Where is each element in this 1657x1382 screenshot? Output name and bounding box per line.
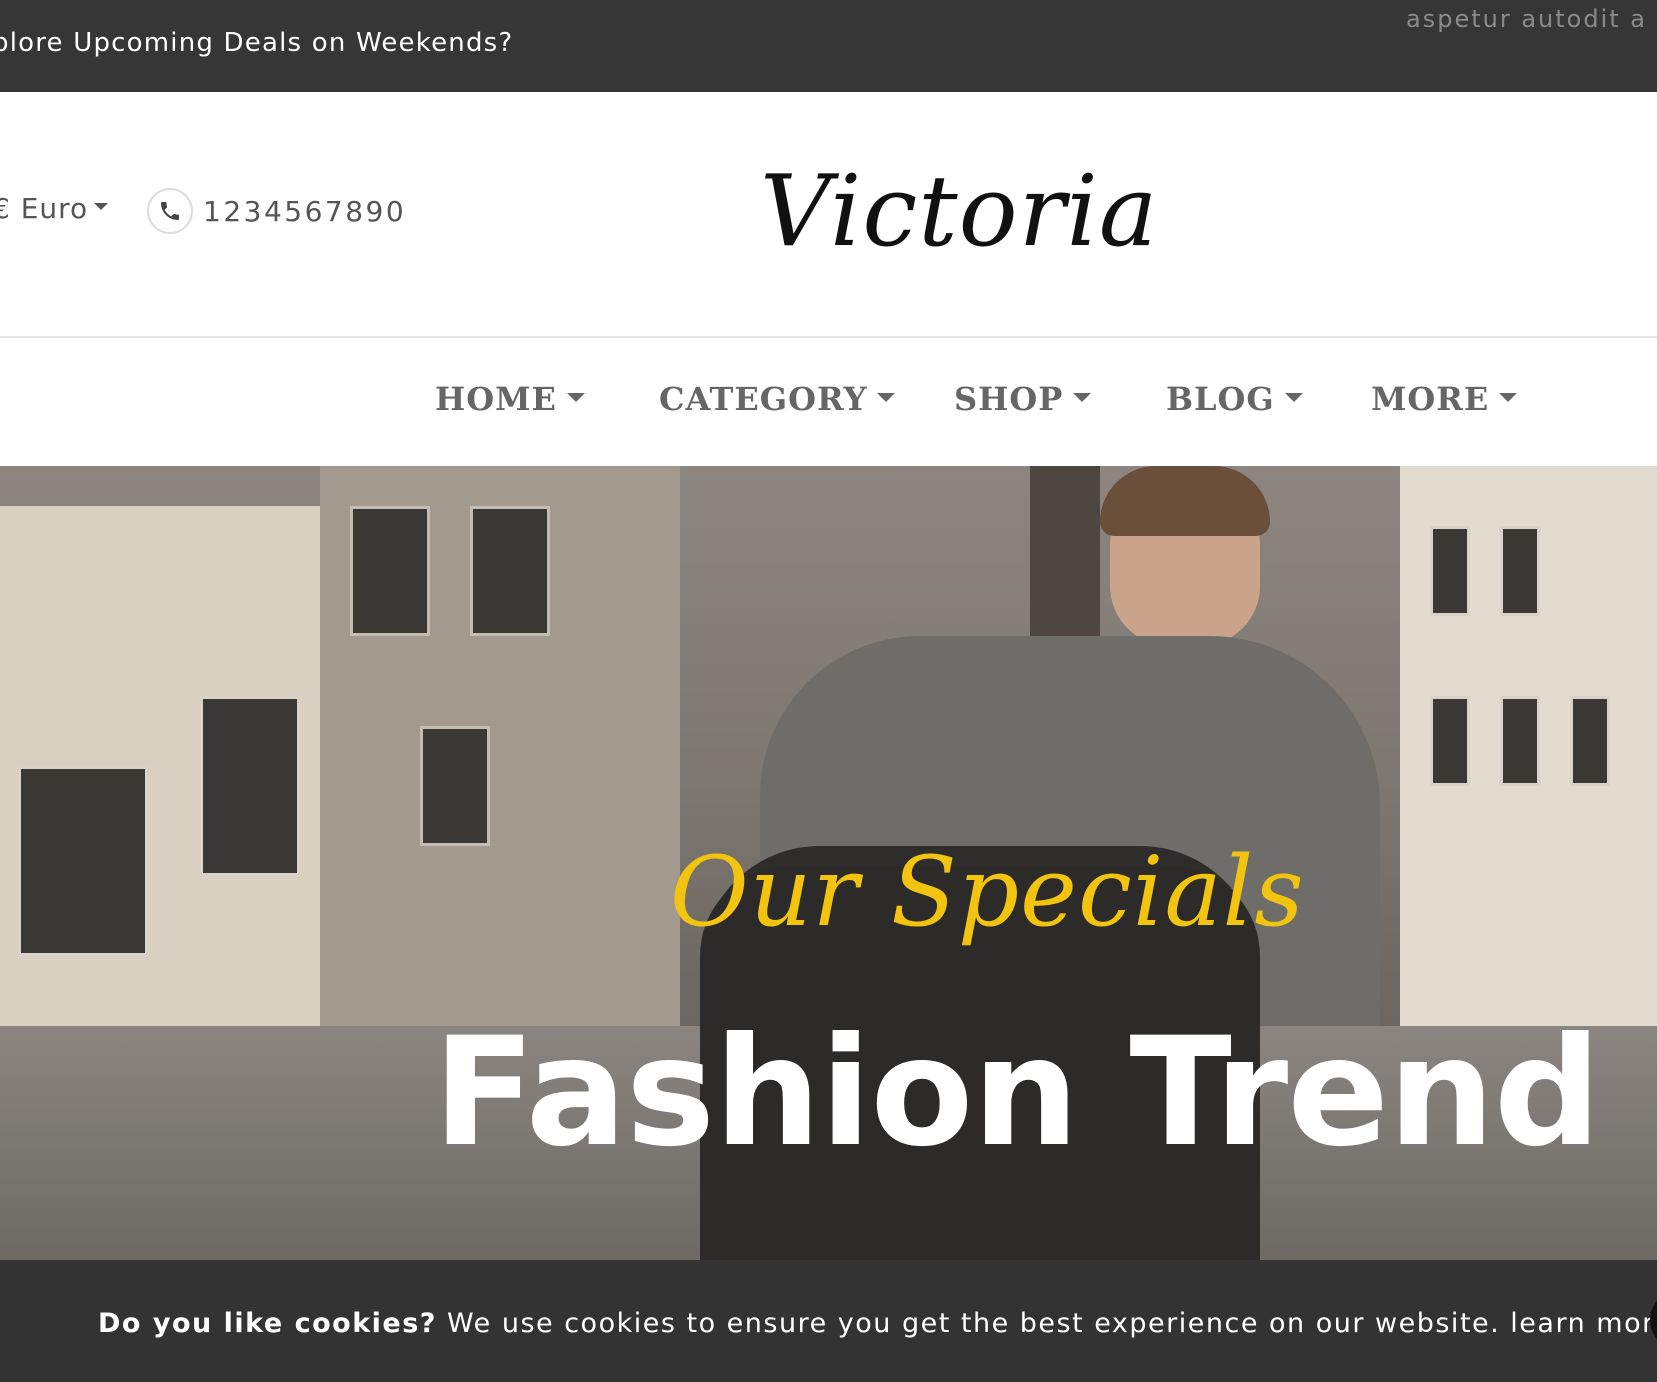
- nav-item-label: SHOP: [954, 380, 1064, 418]
- cookie-body: We use cookies to ensure you get the bes…: [436, 1308, 1501, 1339]
- nav-item-more[interactable]: MORE: [1371, 380, 1518, 418]
- cookie-message: Do you like cookies? We use cookies to e…: [98, 1308, 1657, 1339]
- model-hair: [1100, 466, 1270, 536]
- nav-item-home[interactable]: HOME: [435, 380, 585, 418]
- main-nav: HOME CATEGORY SHOP BLOG MORE: [0, 338, 1657, 466]
- nav-item-label: BLOG: [1166, 380, 1275, 418]
- nav-item-shop[interactable]: SHOP: [954, 380, 1092, 418]
- window: [1430, 526, 1470, 616]
- currency-label: € Euro: [0, 192, 89, 225]
- chevron-down-icon: [1284, 393, 1303, 402]
- nav-item-category[interactable]: CATEGORY: [659, 380, 896, 418]
- phone-contact[interactable]: 1234567890: [147, 188, 406, 234]
- cookie-question: Do you like cookies?: [98, 1308, 437, 1339]
- chevron-down-icon: [877, 393, 896, 402]
- phone-icon: [147, 188, 193, 234]
- site-logo[interactable]: Victoria: [760, 152, 1180, 272]
- marquee-text: aspetur autodit a: [1406, 5, 1647, 33]
- chevron-down-icon: [1499, 393, 1518, 402]
- hero-subtitle: Our Specials: [670, 836, 1305, 948]
- window: [200, 696, 300, 876]
- chevron-down-icon: [1073, 393, 1092, 402]
- nav-item-label: CATEGORY: [659, 380, 868, 418]
- promo-text[interactable]: plore Upcoming Deals on Weekends?: [0, 28, 513, 58]
- window: [1430, 696, 1470, 786]
- window: [470, 506, 550, 636]
- site-header: € Euro 1234567890 Victoria: [0, 92, 1657, 338]
- cookie-accept-button[interactable]: [1650, 1290, 1657, 1350]
- hero-banner[interactable]: Our Specials Fashion Trend: [0, 466, 1657, 1260]
- promo-bar: plore Upcoming Deals on Weekends? aspetu…: [0, 0, 1657, 92]
- chevron-down-icon: [94, 202, 109, 210]
- nav-item-blog[interactable]: BLOG: [1166, 380, 1303, 418]
- hero-title: Fashion Trend: [433, 1006, 1601, 1180]
- window: [1500, 696, 1540, 786]
- window: [18, 766, 148, 956]
- cookie-banner: Do you like cookies? We use cookies to e…: [0, 1260, 1657, 1382]
- nav-item-label: MORE: [1371, 380, 1490, 418]
- window: [1570, 696, 1610, 786]
- currency-selector[interactable]: € Euro: [0, 192, 109, 225]
- learn-more-link[interactable]: learn more: [1500, 1308, 1657, 1339]
- nav-item-label: HOME: [435, 380, 557, 418]
- window: [1500, 526, 1540, 616]
- phone-number: 1234567890: [203, 194, 407, 228]
- chevron-down-icon: [566, 393, 585, 402]
- window: [350, 506, 430, 636]
- window: [420, 726, 490, 846]
